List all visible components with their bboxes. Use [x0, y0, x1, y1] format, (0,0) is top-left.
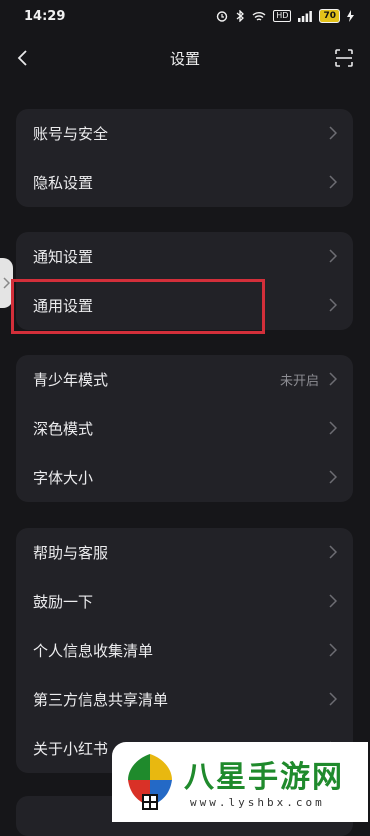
row-label: 关于小红书: [33, 740, 109, 758]
row-notification[interactable]: 通知设置: [16, 232, 353, 281]
row-label: 通知设置: [33, 248, 94, 266]
row-label: 隐私设置: [33, 174, 94, 192]
bluetooth-icon: [236, 10, 245, 22]
row-encourage[interactable]: 鼓励一下: [16, 577, 353, 626]
watermark-url: www.lyshbx.com: [190, 796, 325, 809]
row-label: 账号与安全: [33, 125, 109, 143]
hd-icon: HD: [273, 10, 292, 22]
charging-icon: [347, 10, 354, 22]
chevron-right-icon: [329, 298, 337, 312]
row-privacy[interactable]: 隐私设置: [16, 158, 353, 207]
row-third-party-list[interactable]: 第三方信息共享清单: [16, 675, 353, 724]
settings-group-display: 青少年模式 未开启 深色模式 字体大小: [16, 355, 353, 502]
status-bar: 14:29 HD 70: [0, 0, 370, 34]
watermark-title: 八星手游网: [184, 760, 344, 795]
row-label: 青少年模式: [33, 371, 109, 389]
row-help[interactable]: 帮助与客服: [16, 528, 353, 577]
chevron-right-icon: [329, 249, 337, 263]
chevron-right-icon: [329, 643, 337, 657]
page-title: 设置: [169, 50, 200, 68]
chevron-right-icon: [329, 421, 337, 435]
status-icons: HD 70: [216, 9, 354, 23]
chevron-right-icon: [329, 545, 337, 559]
nav-bar: 设置: [0, 40, 370, 78]
site-logo-icon: [128, 754, 172, 810]
row-teen-mode[interactable]: 青少年模式 未开启: [16, 355, 353, 404]
row-label: 鼓励一下: [33, 593, 94, 611]
chevron-right-icon: [329, 594, 337, 608]
battery-icon: 70: [319, 9, 340, 23]
alarm-icon: [217, 11, 228, 22]
signal-icon: [298, 10, 313, 22]
watermark: 八星手游网 www.lyshbx.com: [112, 742, 368, 822]
row-label: 个人信息收集清单: [33, 642, 154, 660]
chevron-right-icon: [329, 692, 337, 706]
settings-group-about: 帮助与客服 鼓励一下 个人信息收集清单 第三方信息共享清单 关于小红书: [16, 528, 353, 773]
wifi-icon: [252, 11, 266, 21]
row-label: 深色模式: [33, 420, 94, 438]
row-personal-info-list[interactable]: 个人信息收集清单: [16, 626, 353, 675]
row-font-size[interactable]: 字体大小: [16, 453, 353, 502]
row-account-security[interactable]: 账号与安全: [16, 109, 353, 158]
row-label: 帮助与客服: [33, 544, 109, 562]
highlight-box: [11, 279, 265, 334]
row-dark-mode[interactable]: 深色模式: [16, 404, 353, 453]
chevron-right-icon: [329, 470, 337, 484]
row-label: 第三方信息共享清单: [33, 691, 169, 709]
settings-group-account: 账号与安全 隐私设置: [16, 109, 353, 207]
row-value: 未开启: [279, 374, 319, 389]
scan-icon[interactable]: [334, 48, 354, 68]
chevron-right-icon: [3, 277, 10, 289]
chevron-right-icon: [329, 175, 337, 189]
chevron-right-icon: [329, 126, 337, 140]
status-time: 14:29: [24, 9, 66, 24]
row-label: 字体大小: [33, 469, 94, 487]
chevron-right-icon: [329, 372, 337, 386]
